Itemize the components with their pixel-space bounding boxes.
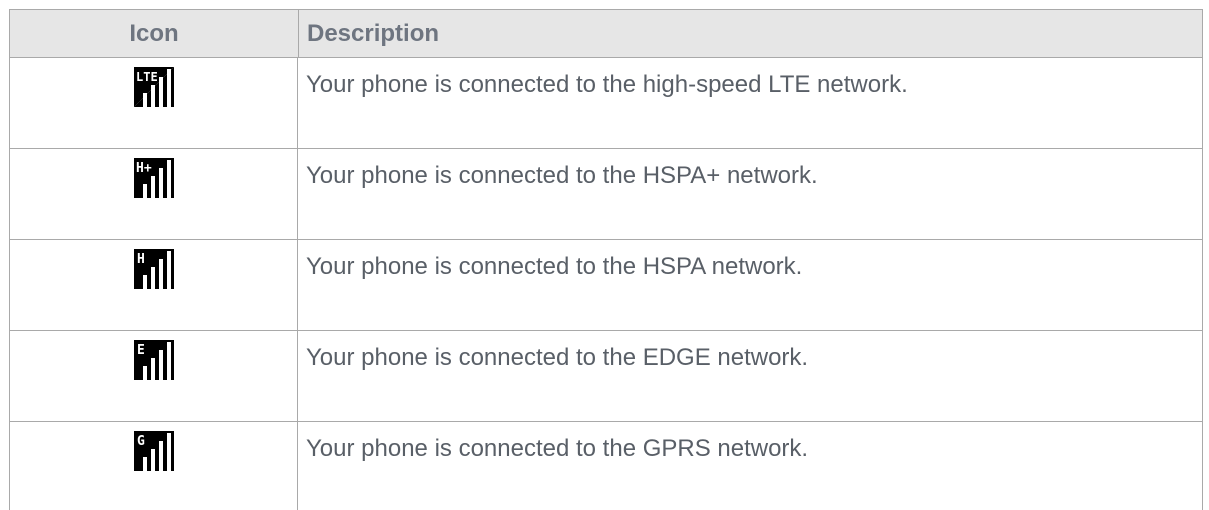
table-row: LTE Your phone is connected to the high-… xyxy=(10,58,1202,149)
icon-cell: E xyxy=(10,331,298,421)
svg-text:H+: H+ xyxy=(136,161,152,176)
description-cell: Your phone is connected to the HSPA+ net… xyxy=(306,162,818,189)
table-row: H Your phone is connected to the HSPA ne… xyxy=(10,240,1202,331)
hspa-plus-signal-icon: H+ xyxy=(133,158,174,198)
lte-signal-icon: LTE xyxy=(133,67,174,107)
icon-cell: H xyxy=(10,240,298,330)
edge-signal-icon: E xyxy=(133,340,174,380)
svg-text:G: G xyxy=(137,434,145,449)
icon-cell: G xyxy=(10,422,298,510)
table-row: H+ Your phone is connected to the HSPA+ … xyxy=(10,149,1202,240)
icon-cell: H+ xyxy=(10,149,298,239)
hspa-signal-icon: H xyxy=(133,249,174,289)
header-icon: Icon xyxy=(10,10,299,57)
network-icons-table: Icon Description LTE Your phone is conne… xyxy=(9,9,1203,510)
svg-text:LTE: LTE xyxy=(136,70,158,84)
table-header-row: Icon Description xyxy=(10,10,1202,58)
icon-cell: LTE xyxy=(10,58,298,148)
svg-text:E: E xyxy=(137,343,145,358)
table-row: E Your phone is connected to the EDGE ne… xyxy=(10,331,1202,422)
header-description: Description xyxy=(307,20,440,47)
gprs-signal-icon: G xyxy=(133,431,174,471)
svg-text:H: H xyxy=(137,252,145,267)
description-cell: Your phone is connected to the HSPA netw… xyxy=(306,253,803,280)
description-cell: Your phone is connected to the high-spee… xyxy=(306,71,908,98)
description-cell: Your phone is connected to the GPRS netw… xyxy=(306,435,809,462)
table-row: G Your phone is connected to the GPRS ne… xyxy=(10,422,1202,510)
description-cell: Your phone is connected to the EDGE netw… xyxy=(306,344,809,371)
